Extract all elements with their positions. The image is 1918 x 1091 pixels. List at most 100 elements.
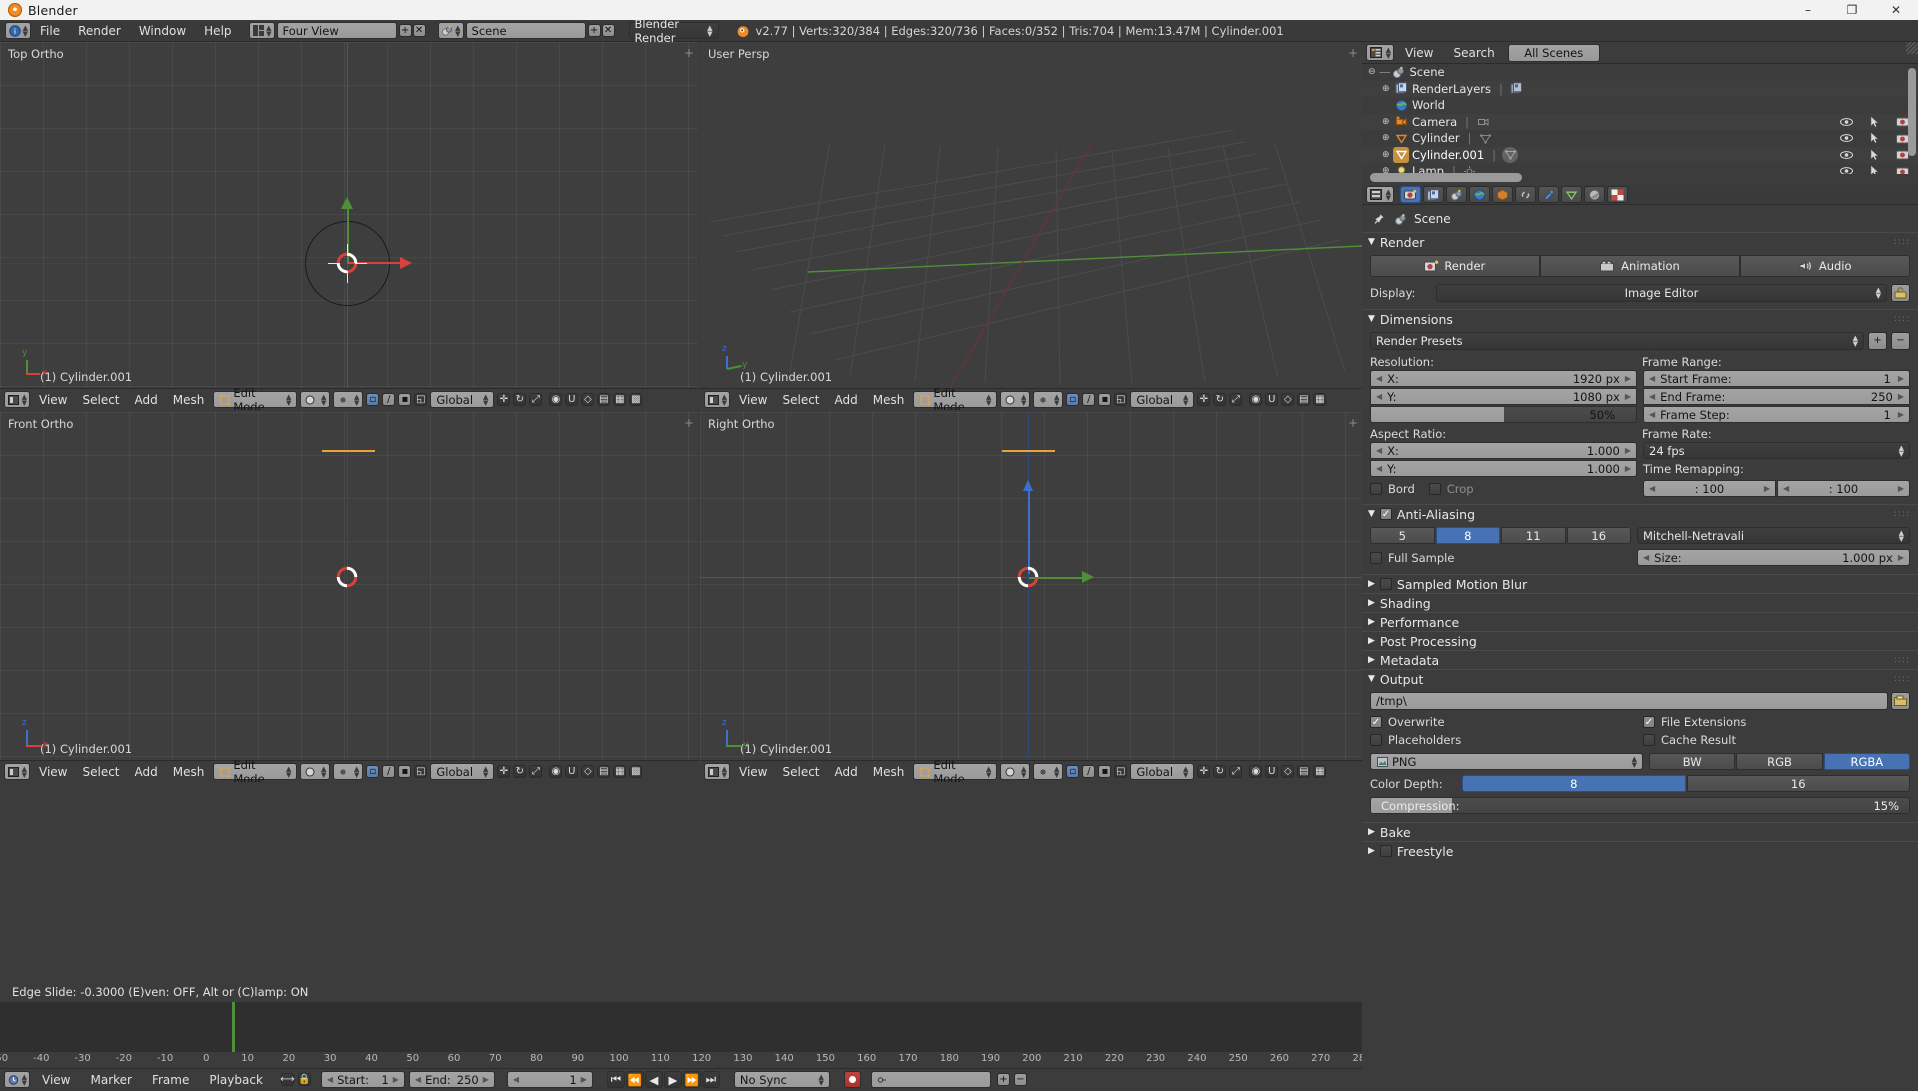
- visibility-eye-icon[interactable]: [1838, 147, 1854, 163]
- vertex-select-icon[interactable]: ▫: [366, 393, 380, 406]
- freestyle-checkbox[interactable]: [1379, 845, 1392, 857]
- viewport-toolshelf-toggle[interactable]: +: [1348, 416, 1358, 430]
- decrement-arrow-icon[interactable]: ◀: [1649, 392, 1655, 401]
- transform-orientation-selector[interactable]: Global ▲ ▼: [430, 763, 495, 780]
- decrement-arrow-icon[interactable]: ◀: [1643, 553, 1649, 562]
- timeline-playhead[interactable]: [232, 1002, 235, 1052]
- timeline-editor[interactable]: -50 -40 -30 -20 -10 0 10 20 30 40 50 60 70 80 90 100 110…: [0, 1002, 1372, 1090]
- properties-tab-object[interactable]: [1492, 186, 1513, 203]
- renderability-camera-icon[interactable]: [1894, 163, 1910, 174]
- outliner-row-world[interactable]: World: [1362, 97, 1918, 114]
- render-engine-selector[interactable]: Blender Render ▲ ▼: [628, 17, 719, 45]
- properties-tab-data[interactable]: [1561, 186, 1582, 203]
- rotate-manipulator-icon[interactable]: ↻: [513, 393, 527, 406]
- file-extensions-checkbox[interactable]: ✓: [1643, 716, 1655, 728]
- translate-manipulator-icon[interactable]: ✛: [1197, 393, 1211, 406]
- face-select-icon[interactable]: ▪: [1098, 393, 1112, 406]
- decrement-arrow-icon[interactable]: ◀: [1376, 464, 1382, 473]
- rotate-manipulator-icon[interactable]: ↻: [1213, 393, 1227, 406]
- add-preset-button[interactable]: +: [1868, 332, 1887, 350]
- render-only-icon[interactable]: ▤: [597, 393, 611, 406]
- rotate-manipulator-icon[interactable]: ↻: [1213, 765, 1227, 778]
- render-presets-selector[interactable]: Render Presets ▲ ▼: [1370, 332, 1864, 350]
- editor-type-selector[interactable]: ▲ ▼: [4, 763, 30, 780]
- edge-select-icon[interactable]: /: [382, 393, 396, 406]
- viewport-menu-add[interactable]: Add: [829, 761, 864, 783]
- render-image-button[interactable]: Render: [1370, 255, 1540, 277]
- properties-tab-scene[interactable]: [1446, 186, 1467, 203]
- properties-tab-modifiers[interactable]: [1538, 186, 1559, 203]
- delete-scene-button[interactable]: ✕: [601, 24, 615, 37]
- pivot-point-selector[interactable]: ▲ ▼: [1033, 763, 1064, 780]
- properties-tab-render[interactable]: [1400, 186, 1421, 203]
- panel-header-render[interactable]: ▼ Render ::::: [1362, 232, 1918, 251]
- viewport-top-ortho-canvas[interactable]: y x Top Ortho (1) Cylinder.001 +: [0, 42, 698, 388]
- render-audio-button[interactable]: Audio: [1740, 255, 1910, 277]
- time-remap-new-field[interactable]: ◀ : 100 ▶: [1777, 480, 1910, 497]
- aa-filter-selector[interactable]: Mitchell-Netravali ▲ ▼: [1637, 527, 1910, 544]
- decrement-arrow-icon[interactable]: ◀: [1783, 484, 1789, 493]
- vertex-select-icon[interactable]: ▫: [366, 765, 380, 778]
- time-remap-old-field[interactable]: ◀ : 100 ▶: [1643, 480, 1776, 497]
- properties-tab-renderlayers[interactable]: [1423, 186, 1444, 203]
- proportional-edit-icon[interactable]: ◉: [549, 393, 563, 406]
- add-scene-button[interactable]: +: [587, 24, 601, 37]
- viewport-toolshelf-toggle[interactable]: +: [684, 46, 694, 60]
- viewport-front-ortho-canvas[interactable]: z x Front Ortho (1) Cylinder.001 +: [0, 412, 698, 760]
- viewport-right-ortho-canvas[interactable]: z y Right Ortho (1) Cylinder.001 +: [700, 412, 1362, 760]
- scene-browse-selector[interactable]: ▲ ▼: [437, 22, 464, 39]
- overwrite-checkbox[interactable]: ✓: [1370, 716, 1382, 728]
- interaction-mode-selector[interactable]: Edit Mode ▲ ▼: [213, 386, 298, 410]
- viewport-menu-select[interactable]: Select: [76, 761, 125, 783]
- scale-manipulator-icon[interactable]: ⤢: [529, 393, 543, 406]
- add-screen-layout-button[interactable]: +: [398, 24, 412, 37]
- outliner-row-cylinder[interactable]: ⊕ Cylinder |: [1362, 130, 1918, 147]
- viewport-menu-view[interactable]: View: [33, 389, 73, 411]
- aa-sample-5-button[interactable]: 5: [1370, 527, 1435, 544]
- crop-checkbox[interactable]: [1428, 482, 1441, 495]
- visibility-eye-icon[interactable]: [1838, 163, 1854, 174]
- outliner-tree[interactable]: ⊖ — Scene ⊕ RenderLayers | World ⊕ Camer…: [1362, 64, 1918, 174]
- viewport-menu-view[interactable]: View: [733, 761, 773, 783]
- properties-tab-world[interactable]: [1469, 186, 1490, 203]
- outliner-row-scene[interactable]: ⊖ — Scene: [1362, 64, 1918, 81]
- viewport-front-ortho[interactable]: z x Front Ortho (1) Cylinder.001 + ▲ ▼ Vi…: [0, 412, 698, 782]
- viewport-shading-selector[interactable]: ▲ ▼: [300, 391, 331, 408]
- editor-type-selector[interactable]: i ▲ ▼: [5, 22, 31, 39]
- occlude-geometry-icon[interactable]: ◇: [1281, 765, 1295, 778]
- viewport-top-ortho[interactable]: y x Top Ortho (1) Cylinder.001 + ▲ ▼ View…: [0, 42, 698, 410]
- edge-select-icon[interactable]: /: [1082, 393, 1096, 406]
- increment-arrow-icon[interactable]: ▶: [1898, 553, 1904, 562]
- properties-tab-material[interactable]: [1584, 186, 1605, 203]
- occlude-geometry-icon[interactable]: ◇: [581, 393, 595, 406]
- increment-arrow-icon[interactable]: ▶: [1625, 446, 1631, 455]
- increment-arrow-icon[interactable]: ▶: [1625, 464, 1631, 473]
- delete-screen-layout-button[interactable]: ✕: [412, 24, 426, 37]
- viewport-menu-view[interactable]: View: [33, 761, 73, 783]
- occlude-geometry-icon[interactable]: ◇: [581, 765, 595, 778]
- close-button[interactable]: ✕: [1874, 0, 1918, 20]
- collapse-icon[interactable]: ⊖: [1368, 67, 1379, 77]
- scene-name-field[interactable]: Scene: [465, 22, 586, 39]
- editor-type-selector[interactable]: ▲ ▼: [1366, 186, 1394, 203]
- viewport-menu-select[interactable]: Select: [76, 389, 125, 411]
- translate-manipulator-icon[interactable]: ✛: [497, 393, 511, 406]
- pivot-point-selector[interactable]: ▲ ▼: [333, 391, 364, 408]
- aa-size-field[interactable]: ◀ Size: 1.000 px ▶: [1637, 549, 1910, 566]
- viewport-menu-add[interactable]: Add: [129, 761, 164, 783]
- sampled-motion-blur-checkbox[interactable]: [1379, 578, 1392, 590]
- mesh-display-icon[interactable]: ▦: [1313, 765, 1327, 778]
- render-animation-button[interactable]: Animation: [1539, 255, 1741, 277]
- menu-help[interactable]: Help: [195, 20, 240, 42]
- panel-drag-dots-icon[interactable]: ::::: [1894, 674, 1910, 684]
- decrement-arrow-icon[interactable]: ◀: [1376, 374, 1382, 383]
- selectability-cursor-icon[interactable]: [1866, 130, 1882, 146]
- limit-selection-visible-icon[interactable]: ◱: [1114, 765, 1128, 778]
- display-mode-selector[interactable]: Image Editor ▲ ▼: [1436, 284, 1887, 302]
- edge-select-icon[interactable]: /: [1082, 765, 1096, 778]
- frame-rate-selector[interactable]: 24 fps ▲ ▼: [1643, 442, 1910, 459]
- viewport-menu-mesh[interactable]: Mesh: [867, 389, 911, 411]
- scale-manipulator-icon[interactable]: ⤢: [1229, 393, 1243, 406]
- render-only-icon[interactable]: ▤: [1297, 765, 1311, 778]
- transform-orientation-selector[interactable]: Global ▲ ▼: [430, 391, 495, 408]
